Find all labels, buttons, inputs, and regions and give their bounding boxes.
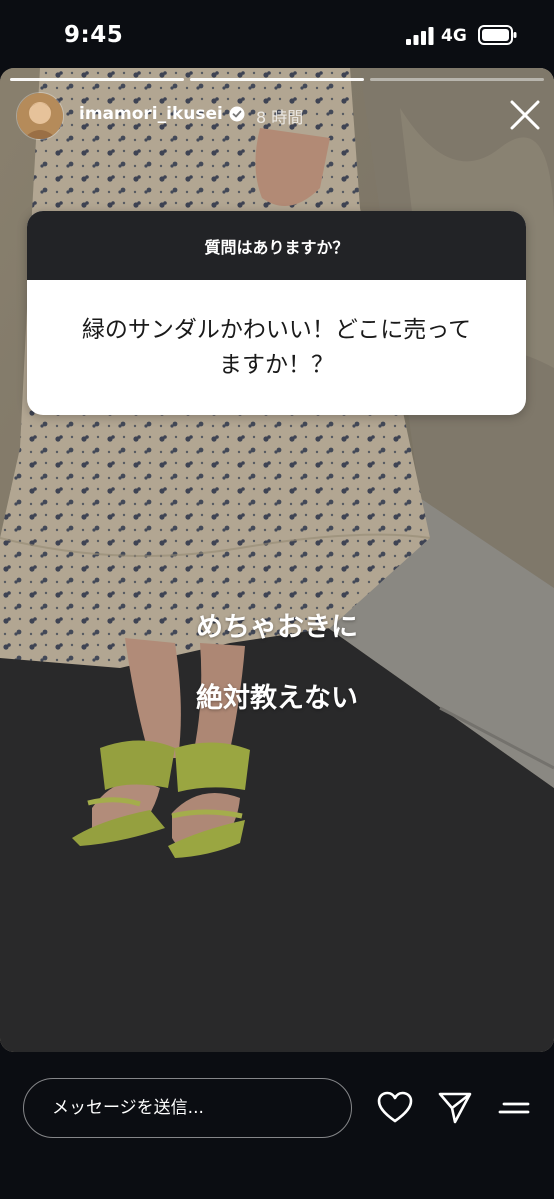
progress-segment — [190, 78, 364, 81]
question-answer-line: ますか！？ — [218, 351, 334, 378]
close-icon[interactable] — [508, 98, 542, 132]
question-answer: 緑のサンダルかわいい！どこに売って ますか！？ — [27, 280, 526, 415]
username[interactable]: imamori_ikusei — [79, 104, 223, 124]
heart-icon[interactable] — [376, 1089, 414, 1127]
avatar[interactable] — [16, 92, 64, 140]
overlay-caption: めちゃおきに — [196, 612, 358, 643]
story-header: imamori_ikusei 8 時間 — [16, 92, 540, 140]
more-icon[interactable] — [496, 1089, 534, 1127]
question-title: 質問はありますか？ — [27, 211, 526, 280]
progress-segment — [10, 78, 184, 81]
status-time: 9:45 — [64, 22, 124, 48]
verified-badge-icon — [229, 106, 245, 122]
overlay-caption: 絶対教えない — [196, 683, 358, 714]
status-bar: 9:45 4G — [0, 0, 554, 70]
story-viewer[interactable]: imamori_ikusei 8 時間 質問はありますか？ 緑のサンダルかわいい… — [0, 68, 554, 1052]
network-label: 4G — [441, 26, 467, 46]
message-input[interactable] — [23, 1078, 352, 1138]
question-sticker: 質問はありますか？ 緑のサンダルかわいい！どこに売って ますか！？ — [27, 211, 526, 415]
signal-icon — [406, 27, 434, 45]
story-progress — [10, 78, 544, 81]
progress-segment — [370, 78, 544, 81]
post-time: 8 時間 — [256, 108, 304, 127]
battery-icon — [478, 25, 517, 45]
question-answer-line: 緑のサンダルかわいい！どこに売って — [81, 316, 472, 343]
send-icon[interactable] — [436, 1089, 474, 1127]
